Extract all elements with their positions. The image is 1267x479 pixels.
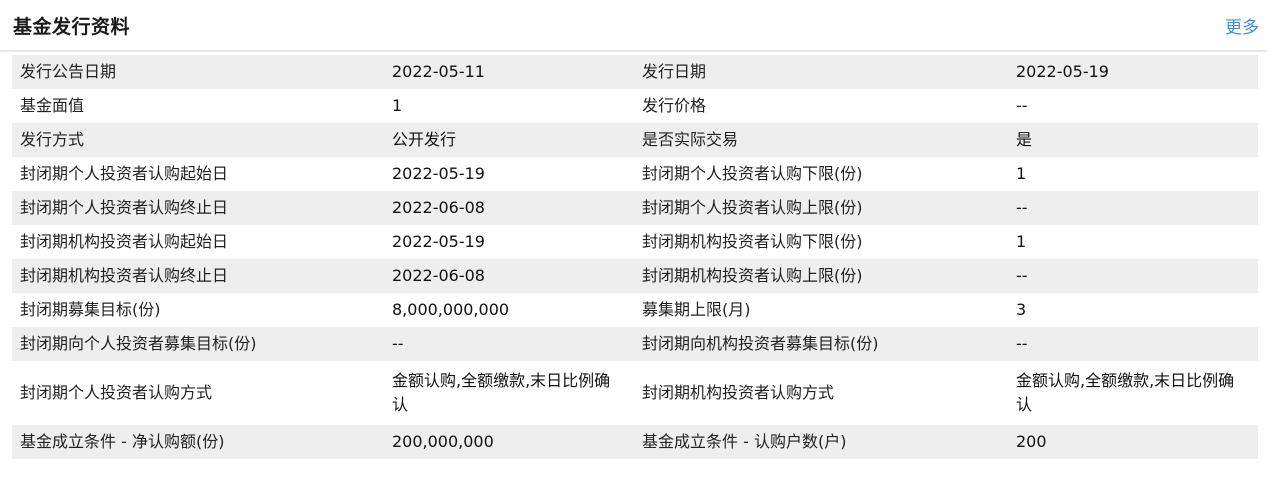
field-label: 发行日期 — [634, 55, 1008, 89]
table-row: 发行公告日期 2022-05-11 发行日期 2022-05-19 — [12, 55, 1258, 89]
field-value: 2022-06-08 — [384, 191, 634, 225]
table-row: 基金面值 1 发行价格 -- — [12, 89, 1258, 123]
field-value: 金额认购,全额缴款,末日比例确认 — [1008, 361, 1258, 425]
table-row: 封闭期机构投资者认购终止日 2022-06-08 封闭期机构投资者认购上限(份)… — [12, 259, 1258, 293]
field-label: 是否实际交易 — [634, 123, 1008, 157]
field-label: 封闭期向个人投资者募集目标(份) — [12, 327, 384, 361]
field-value: 2022-05-11 — [384, 55, 634, 89]
field-label: 封闭期向机构投资者募集目标(份) — [634, 327, 1008, 361]
table-row: 封闭期向个人投资者募集目标(份) -- 封闭期向机构投资者募集目标(份) -- — [12, 327, 1258, 361]
fund-issuance-panel: 基金发行资料 更多 发行公告日期 2022-05-11 发行日期 2022-05… — [0, 0, 1267, 479]
field-label: 封闭期机构投资者认购终止日 — [12, 259, 384, 293]
table-row: 封闭期个人投资者认购起始日 2022-05-19 封闭期个人投资者认购下限(份)… — [12, 157, 1258, 191]
field-value: -- — [1008, 89, 1258, 123]
field-value: 200 — [1008, 425, 1258, 459]
issuance-info-table: 发行公告日期 2022-05-11 发行日期 2022-05-19 基金面值 1… — [12, 55, 1258, 459]
field-value: 200,000,000 — [384, 425, 634, 459]
field-value: 公开发行 — [384, 123, 634, 157]
panel-header: 基金发行资料 更多 — [0, 0, 1267, 52]
panel-title: 基金发行资料 — [13, 16, 131, 38]
table-row: 封闭期个人投资者认购方式 金额认购,全额缴款,末日比例确认 封闭期机构投资者认购… — [12, 361, 1258, 425]
field-label: 封闭期机构投资者认购起始日 — [12, 225, 384, 259]
table-row: 基金成立条件 - 净认购额(份) 200,000,000 基金成立条件 - 认购… — [12, 425, 1258, 459]
field-value: 8,000,000,000 — [384, 293, 634, 327]
field-label: 募集期上限(月) — [634, 293, 1008, 327]
field-value: 是 — [1008, 123, 1258, 157]
field-label: 基金成立条件 - 认购户数(户) — [634, 425, 1008, 459]
table-row: 发行方式 公开发行 是否实际交易 是 — [12, 123, 1258, 157]
field-value: -- — [1008, 191, 1258, 225]
field-label: 封闭期机构投资者认购方式 — [634, 361, 1008, 425]
field-value: 2022-06-08 — [384, 259, 634, 293]
field-label: 封闭期个人投资者认购上限(份) — [634, 191, 1008, 225]
field-value: 2022-05-19 — [384, 225, 634, 259]
field-label: 封闭期机构投资者认购上限(份) — [634, 259, 1008, 293]
field-label: 封闭期机构投资者认购下限(份) — [634, 225, 1008, 259]
field-value: -- — [384, 327, 634, 361]
field-value: 2022-05-19 — [1008, 55, 1258, 89]
field-label: 封闭期募集目标(份) — [12, 293, 384, 327]
table-row: 封闭期个人投资者认购终止日 2022-06-08 封闭期个人投资者认购上限(份)… — [12, 191, 1258, 225]
field-value: 1 — [384, 89, 634, 123]
field-value: 2022-05-19 — [384, 157, 634, 191]
field-value: 1 — [1008, 225, 1258, 259]
field-value: -- — [1008, 327, 1258, 361]
field-label: 发行价格 — [634, 89, 1008, 123]
field-label: 封闭期个人投资者认购下限(份) — [634, 157, 1008, 191]
field-value: 3 — [1008, 293, 1258, 327]
more-link[interactable]: 更多 — [1225, 13, 1259, 38]
field-value: -- — [1008, 259, 1258, 293]
table-row: 封闭期募集目标(份) 8,000,000,000 募集期上限(月) 3 — [12, 293, 1258, 327]
field-label: 封闭期个人投资者认购方式 — [12, 361, 384, 425]
field-label: 基金面值 — [12, 89, 384, 123]
field-value: 金额认购,全额缴款,末日比例确认 — [384, 361, 634, 425]
field-value: 1 — [1008, 157, 1258, 191]
field-label: 封闭期个人投资者认购起始日 — [12, 157, 384, 191]
table-row: 封闭期机构投资者认购起始日 2022-05-19 封闭期机构投资者认购下限(份)… — [12, 225, 1258, 259]
field-label: 发行公告日期 — [12, 55, 384, 89]
field-label: 发行方式 — [12, 123, 384, 157]
field-label: 封闭期个人投资者认购终止日 — [12, 191, 384, 225]
field-label: 基金成立条件 - 净认购额(份) — [12, 425, 384, 459]
